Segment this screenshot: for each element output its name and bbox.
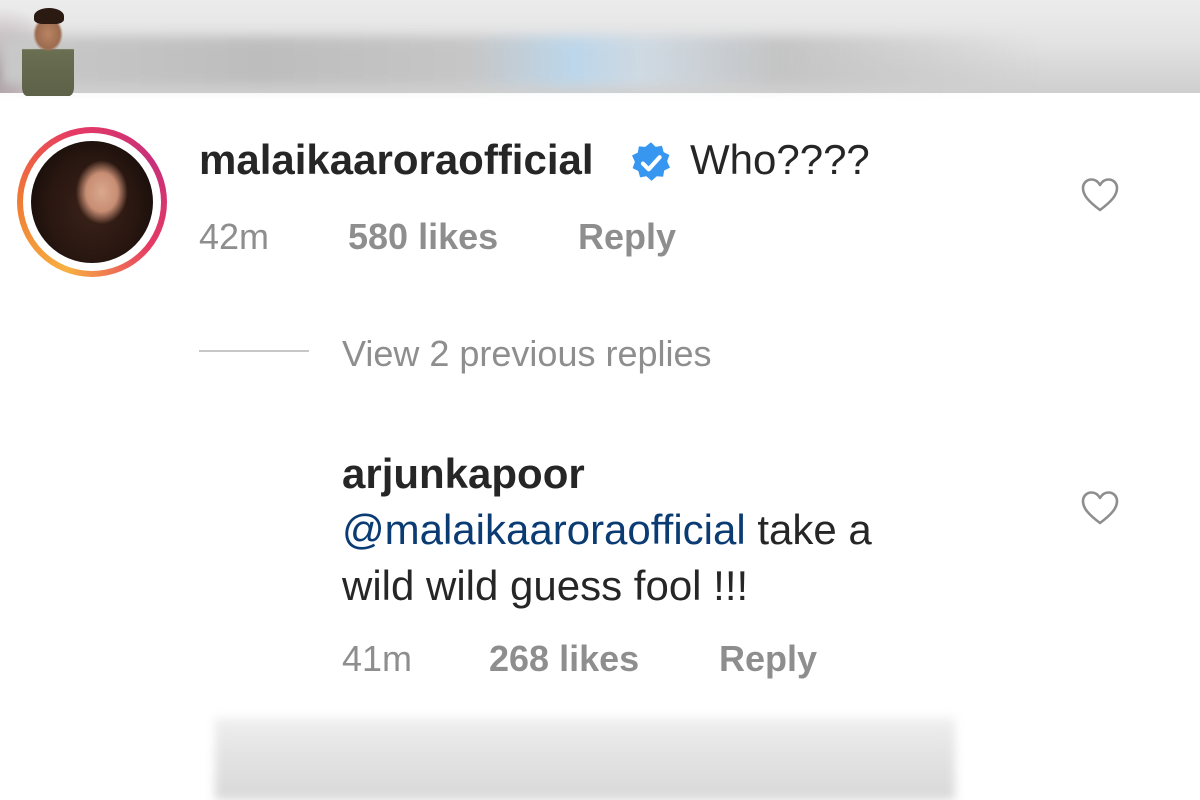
avatar-malaika-story-ring[interactable]	[17, 127, 167, 277]
blurred-footer	[0, 708, 1200, 800]
comment-likes-link[interactable]: 268 likes	[489, 638, 639, 680]
comment-reply-button[interactable]: Reply	[578, 216, 676, 258]
view-previous-replies-button[interactable]: View 2 previous replies	[342, 333, 712, 375]
comment-time: 41m	[342, 638, 413, 679]
avatar-arjun-hair	[34, 8, 64, 24]
comment-text-line-2: wild wild guess fool !!!	[342, 562, 749, 609]
comment-time: 42m	[199, 216, 270, 257]
heart-icon[interactable]	[1080, 177, 1120, 213]
replies-divider	[199, 350, 309, 352]
comment-likes-link[interactable]: 580 likes	[348, 216, 498, 258]
avatar-malaika[interactable]	[31, 141, 153, 263]
mention-link[interactable]: @malaikaaroraofficial	[342, 506, 746, 553]
comment-text-fragment: take a	[745, 506, 872, 553]
blurred-header	[0, 0, 1200, 93]
comment-reply-button[interactable]: Reply	[719, 638, 817, 680]
blurred-footer-band	[215, 718, 955, 800]
comment-text: Who????	[690, 136, 870, 183]
instagram-comments-screenshot: malaikaaroraofficial Who???? 42m 580 lik…	[0, 0, 1200, 800]
heart-icon[interactable]	[1080, 490, 1120, 526]
comment-username[interactable]: malaikaaroraofficial	[199, 136, 594, 184]
comment-text-line-1: @malaikaaroraofficial take a	[342, 506, 872, 554]
verified-badge-icon	[632, 142, 670, 181]
blurred-band	[0, 36, 1040, 86]
comment-username[interactable]: arjunkapoor	[342, 450, 585, 498]
